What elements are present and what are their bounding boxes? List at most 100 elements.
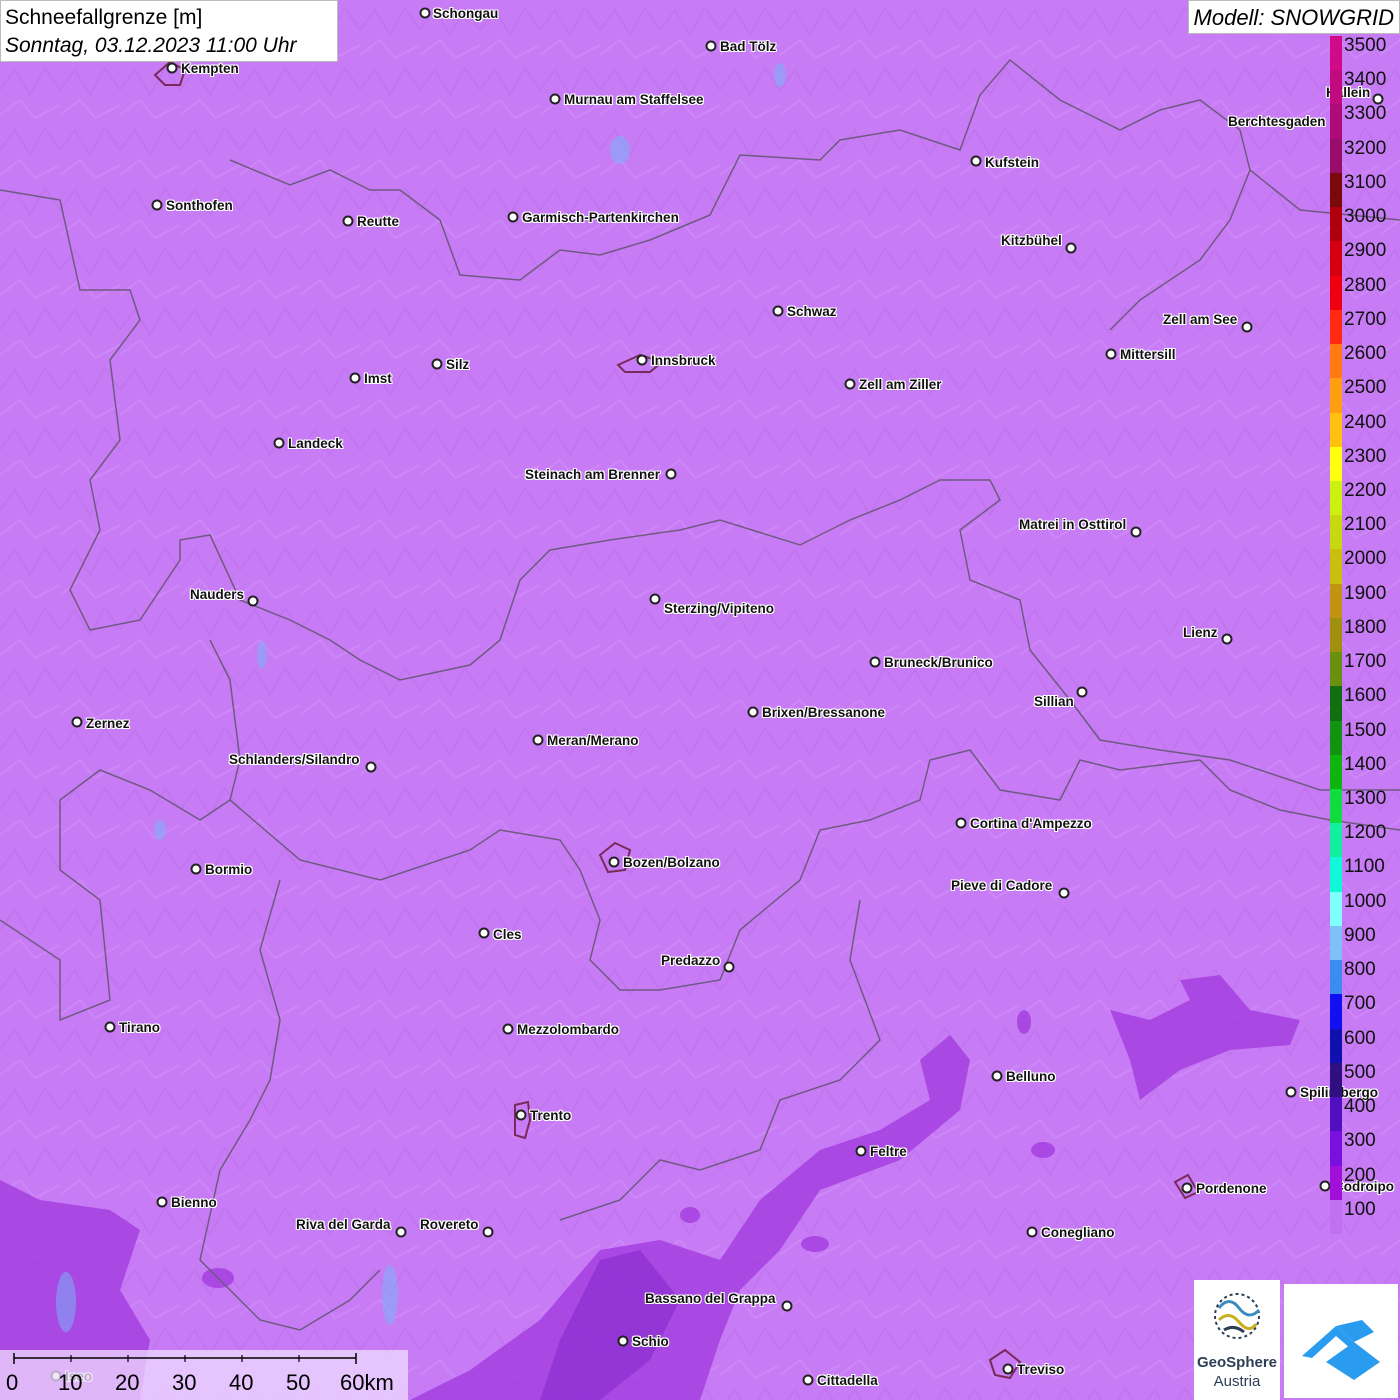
lake xyxy=(774,63,786,87)
city-label-bozen-bolzano: Bozen/Bolzano xyxy=(623,855,720,870)
city-label-belluno: Belluno xyxy=(1006,1069,1056,1084)
city-label-bruneck-brunico: Bruneck/Brunico xyxy=(884,655,993,670)
city-label-kufstein: Kufstein xyxy=(985,155,1039,170)
legend-label: 3300 xyxy=(1344,103,1387,125)
legend-swatch xyxy=(1330,1062,1342,1098)
city-marker-murnau-am-staffelsee xyxy=(549,93,561,105)
city-label-mezzolombardo: Mezzolombardo xyxy=(517,1022,620,1037)
map-title-box: Schneefallgrenze [m] Sonntag, 03.12.2023… xyxy=(0,0,338,62)
city-marker-cittadella xyxy=(802,1374,814,1386)
city-marker-bassano-del-grappa xyxy=(781,1300,793,1312)
city-marker-nauders xyxy=(247,595,259,607)
legend-label: 2000 xyxy=(1344,548,1387,570)
legend-swatch xyxy=(1330,104,1342,140)
city-label-kitzb-hel: Kitzbühel xyxy=(1001,233,1062,248)
scale-tick-label: 30 xyxy=(172,1370,197,1395)
legend-label: 1900 xyxy=(1344,582,1387,604)
legend-label: 400 xyxy=(1344,1096,1376,1118)
city-label-rovereto: Rovereto xyxy=(420,1217,479,1232)
city-label-bad-t-lz: Bad Tölz xyxy=(720,39,777,54)
scale-tick-label: 60km xyxy=(340,1370,394,1395)
city-marker-trento xyxy=(515,1109,527,1121)
legend-swatch xyxy=(1330,652,1342,687)
snowfall-line-legend: 3500 3400 3300 3200 3100 3000 2900 2800 2700 2600… xyxy=(1330,35,1400,1235)
map-datetime: Sonntag, 03.12.2023 11:00 Uhr xyxy=(5,34,297,57)
low-snowline-patch xyxy=(801,1236,829,1252)
city-label-steinach-am-brenner: Steinach am Brenner xyxy=(525,467,661,482)
snowgrid-logo-icon xyxy=(1302,1320,1380,1380)
legend-swatch xyxy=(1330,549,1342,585)
legend-swatch xyxy=(1330,241,1342,277)
legend-label: 3400 xyxy=(1344,69,1387,91)
city-marker-zernez xyxy=(71,716,83,728)
city-label-matrei-in-osttirol: Matrei in Osttirol xyxy=(1019,517,1127,532)
city-marker-riva-del-garda xyxy=(395,1226,407,1238)
city-marker-predazzo xyxy=(723,961,735,973)
legend-swatch xyxy=(1330,480,1342,516)
city-marker-bad-t-lz xyxy=(705,40,717,52)
low-snowline-patch xyxy=(1017,1010,1031,1034)
legend-label: 1000 xyxy=(1344,890,1387,912)
legend-label: 2600 xyxy=(1344,343,1387,365)
lake xyxy=(610,136,630,164)
legend-label: 3100 xyxy=(1344,171,1387,193)
city-marker-kitzb-hel xyxy=(1065,242,1077,254)
city-label-nauders: Nauders xyxy=(190,587,245,602)
legend-label: 3000 xyxy=(1344,206,1387,228)
scale-tick-label: 10 xyxy=(58,1370,83,1395)
legend-label: 1800 xyxy=(1344,616,1387,638)
city-label-berchtesgaden: Berchtesgaden xyxy=(1228,114,1326,129)
title-unit: [m] xyxy=(173,6,203,29)
snowgrid-logo[interactable] xyxy=(1284,1284,1398,1398)
legend-label: 3500 xyxy=(1344,35,1387,56)
city-label-bormio: Bormio xyxy=(205,862,253,877)
city-marker-zell-am-ziller xyxy=(844,378,856,390)
city-marker-meran-merano xyxy=(532,734,544,746)
legend-label: 2200 xyxy=(1344,479,1387,501)
geosphere-austria-logo[interactable]: GeoSphere Austria xyxy=(1194,1280,1280,1400)
city-marker-cortina-d-ampezzo xyxy=(955,817,967,829)
legend-swatch xyxy=(1330,994,1342,1030)
city-label-murnau-am-staffelsee: Murnau am Staffelsee xyxy=(564,92,704,107)
city-label-treviso: Treviso xyxy=(1017,1362,1065,1377)
city-label-bienno: Bienno xyxy=(171,1195,217,1210)
geosphere-logo-line2: Austria xyxy=(1213,1373,1261,1390)
lake xyxy=(154,820,166,840)
legend-label: 1500 xyxy=(1344,719,1387,741)
city-marker-rovereto xyxy=(482,1226,494,1238)
legend-swatch xyxy=(1330,446,1342,482)
city-label-mittersill: Mittersill xyxy=(1120,347,1176,362)
model-label: Modell: SNOWGRID xyxy=(1187,0,1400,34)
legend-swatch xyxy=(1330,960,1342,995)
legend-swatch xyxy=(1330,789,1342,824)
scale-tick-label: 20 xyxy=(115,1370,140,1395)
legend-label: 1100 xyxy=(1344,856,1385,878)
legend-label: 900 xyxy=(1344,924,1376,946)
legend-label: 500 xyxy=(1344,1061,1376,1083)
city-marker-conegliano xyxy=(1026,1226,1038,1238)
geosphere-logo-icon xyxy=(1214,1293,1261,1339)
lake xyxy=(382,1265,398,1325)
legend-label: 1700 xyxy=(1344,651,1387,673)
legend-swatch xyxy=(1330,857,1342,893)
low-snowline-patch xyxy=(680,1207,700,1223)
city-label-brixen-bressanone: Brixen/Bressanone xyxy=(762,705,886,720)
city-label-riva-del-garda: Riva del Garda xyxy=(296,1217,391,1232)
legend-swatch xyxy=(1330,754,1342,790)
city-label-zell-am-see: Zell am See xyxy=(1163,312,1238,327)
legend-swatch xyxy=(1330,172,1342,208)
city-label-landeck: Landeck xyxy=(288,436,343,451)
legend-swatch xyxy=(1330,412,1342,448)
city-marker-matrei-in-osttirol xyxy=(1130,526,1142,538)
city-label-silz: Silz xyxy=(446,357,470,372)
legend-label: 3200 xyxy=(1344,137,1387,159)
city-marker-kempten xyxy=(166,62,178,74)
city-label-predazzo: Predazzo xyxy=(661,953,721,968)
legend-swatch xyxy=(1330,720,1342,756)
legend-label: 1300 xyxy=(1344,788,1387,810)
legend-label: 2900 xyxy=(1344,240,1387,262)
city-marker-belluno xyxy=(991,1070,1003,1082)
city-marker-schlanders-silandro xyxy=(365,761,377,773)
legend-swatch xyxy=(1330,686,1342,722)
legend-swatch xyxy=(1330,344,1342,379)
